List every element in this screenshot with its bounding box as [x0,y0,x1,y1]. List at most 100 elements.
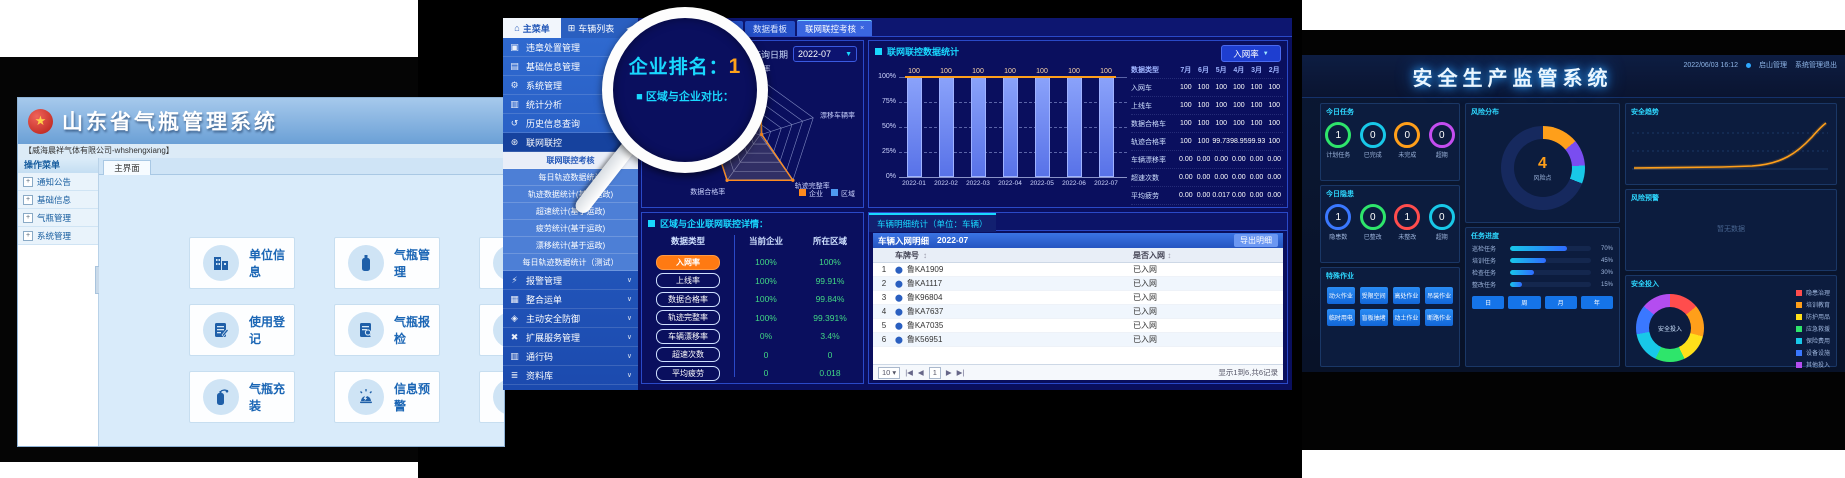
user-name[interactable]: 启山管理 [1759,60,1787,70]
table-row-鲁KA7035[interactable]: 5⬤鲁KA7035已入网 [873,319,1283,333]
period-button-月[interactable]: 月 [1545,296,1577,309]
page-size-select[interactable]: 10 ▾ [878,367,900,379]
stats-cell: 0.00 [1195,156,1213,163]
stats-cell: 100 [1177,84,1195,91]
table-row-鲁K56951[interactable]: 6⬤鲁K56951已入网 [873,333,1283,347]
menu-item-b1[interactable]: ▦整合运单∨ [503,290,638,309]
tab-main-menu[interactable]: ⌂主菜单 [503,18,561,38]
operation-button-动火作业[interactable]: 动火作业 [1327,287,1355,304]
export-button[interactable]: 导出明细 [1234,234,1278,247]
submenu-item-6[interactable]: 每日轨迹数据统计（测试） [503,254,638,271]
stats-cell: 100 [1265,138,1283,145]
tile-register[interactable]: 使用登记 [189,304,295,356]
detail-row-平均疲劳: 平均疲劳00.018 [642,364,863,382]
sidebar-item-3[interactable]: +系统管理 [18,227,98,245]
operation-button-临时用电[interactable]: 临时用电 [1327,309,1355,326]
x-axis-line [899,177,1127,178]
panel-title: 联网联控数据统计 [887,45,959,58]
company-value: 0 [734,350,798,360]
period-button-年[interactable]: 年 [1581,296,1613,309]
logout-link[interactable]: 系统管理退出 [1795,60,1837,70]
operation-button-高处作业[interactable]: 高处作业 [1393,287,1421,304]
query-date-select[interactable]: 2022-07▼ [793,46,857,62]
panel-network-detail: 区域与企业联网联控详情： 数据类型当前企业所在区域 入网率100%100%上线率… [641,212,864,384]
table-row-鲁K96804[interactable]: 3⬤鲁K96804已入网 [873,291,1283,305]
menu-item-b5[interactable]: ≣资料库∨ [503,366,638,385]
tile-partial-0[interactable] [479,237,505,289]
last-page-button[interactable]: ▶| [957,368,965,377]
submenu-item-4[interactable]: 疲劳统计(基于运政) [503,220,638,237]
bar-value: 100 [931,68,961,75]
menu-icon: ✖ [509,332,520,343]
expand-icon[interactable]: + [23,213,33,223]
expand-icon[interactable]: + [23,177,33,187]
menu-item-b3[interactable]: ✖扩展服务管理∨ [503,328,638,347]
submenu-item-2[interactable]: 轨迹数据统计(基于运政) [503,186,638,203]
tile-partial-2[interactable] [479,371,505,423]
first-page-button[interactable]: |◀ [905,368,913,377]
expand-icon[interactable]: + [23,195,33,205]
metric-button-超速次数[interactable]: 超速次数 [656,347,720,362]
main-tab-2[interactable]: 数据看板 [745,21,795,36]
tile-partial-1[interactable] [479,304,505,356]
bar-value: 100 [995,68,1025,75]
tile-fill[interactable]: 气瓶充装 [189,371,295,423]
tab-vehicle-list[interactable]: ⊞车辆列表 [561,18,621,38]
operation-button-吊装作业[interactable]: 吊装作业 [1425,287,1453,304]
menu-item-b2[interactable]: ◈主动安全防御∨ [503,309,638,328]
tab-home[interactable]: 主界面 [103,160,151,175]
menu-item-b4[interactable]: ▥通行码∨ [503,347,638,366]
close-icon[interactable]: × [860,25,864,32]
col-status[interactable]: 是否入网 ↕ [1133,250,1283,261]
company-value: 100% [734,257,798,267]
menu-icon: ↺ [509,118,520,129]
col-plate[interactable]: 车牌号 ↕ [895,250,1133,261]
metric-button-平均疲劳[interactable]: 平均疲劳 [656,366,720,381]
ring-gauge: 0 [1429,122,1455,148]
submenu-item-3[interactable]: 超速统计(基于运政) [503,203,638,220]
next-page-button[interactable]: ▶ [946,368,952,377]
tile-building[interactable]: 单位信息 [189,237,295,289]
bar-value: 100 [1027,68,1057,75]
prev-page-button[interactable]: ◀ [918,368,924,377]
menu-item-b0[interactable]: ⚡报警管理∨ [503,271,638,290]
metric-button-上线率[interactable]: 上线率 [656,273,720,288]
operation-button-受限空间[interactable]: 受限空间 [1360,287,1388,304]
tile-inspect[interactable]: 气瓶报检 [334,304,440,356]
metric-button-车辆漂移率[interactable]: 车辆漂移率 [656,329,720,344]
stats-cell: 0.00 [1195,174,1213,181]
menu-icon: ◈ [509,313,520,324]
metric-button-轨迹完整率[interactable]: 轨迹完整率 [656,310,720,325]
table-row-鲁KA7637[interactable]: 4⬤鲁KA7637已入网 [873,305,1283,319]
operation-button-盲板抽堵[interactable]: 盲板抽堵 [1360,309,1388,326]
metric-button-数据合格率[interactable]: 数据合格率 [656,292,720,307]
operation-button-动土作业[interactable]: 动土作业 [1393,309,1421,326]
panel-title: 区域与企业联网联控详情： [660,217,768,230]
region-value: 0 [798,350,862,360]
car-icon: ⬤ [895,308,903,316]
ring-gauge: 1 [1325,204,1351,230]
submenu-item-5[interactable]: 漂移统计(基于运政) [503,237,638,254]
panel-task-progress: 任务进度 巡检任务70%培训任务45%检查任务30%整改任务15% 日周月年 [1465,227,1620,367]
sidebar-item-0[interactable]: +通知公告 [18,173,98,191]
tab-vehicle-stats[interactable]: 车辆明细统计（单位：车辆） [869,213,996,232]
current-page[interactable]: 1 [929,367,941,379]
stats-row-label: 数据合格车 [1131,119,1177,129]
tile-cylinder[interactable]: 气瓶管理 [334,237,440,289]
table-row-鲁KA1909[interactable]: 1⬤鲁KA1909已入网 [873,263,1283,277]
operation-button-断路作业[interactable]: 断路作业 [1425,309,1453,326]
sidebar-item-2[interactable]: +气瓶管理 [18,209,98,227]
tile-alert[interactable]: 信息预警 [334,371,440,423]
svg-text:漂移车辆率: 漂移车辆率 [820,111,855,120]
period-button-日[interactable]: 日 [1472,296,1504,309]
table-row-鲁KA1117[interactable]: 2⬤鲁KA1117已入网 [873,277,1283,291]
expand-icon[interactable]: + [23,231,33,241]
metric-select[interactable]: 入网率▼ [1221,45,1281,62]
pagination-bar: 10 ▾ |◀ ◀ 1 ▶ ▶| 显示1到6,共6记录 [873,364,1283,380]
metric-button-入网率[interactable]: 入网率 [656,255,720,270]
operation-buttons-grid: 动火作业受限空间高处作业吊装作业临时用电盲板抽堵动土作业断路作业 [1321,281,1459,332]
record-summary: 显示1到6,共6记录 [1218,367,1278,378]
main-tab-3[interactable]: 联网联控考核× [797,20,872,36]
sidebar-item-1[interactable]: +基础信息 [18,191,98,209]
period-button-周[interactable]: 周 [1508,296,1540,309]
